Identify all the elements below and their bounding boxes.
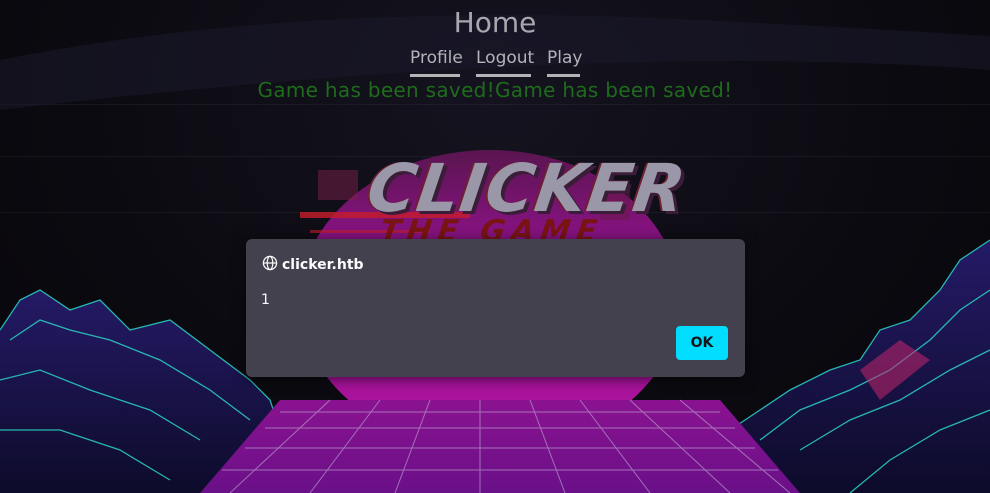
page-title: Home xyxy=(453,6,537,39)
nav-link-logout[interactable]: Logout xyxy=(476,46,534,77)
dialog-origin: clicker.htb xyxy=(282,257,364,273)
globe-icon xyxy=(262,255,278,275)
dialog-header: clicker.htb xyxy=(262,255,364,275)
save-status-message: Game has been saved!Game has been saved! xyxy=(257,78,733,102)
main-nav: Profile Logout Play xyxy=(0,46,990,77)
ok-button[interactable]: OK xyxy=(676,326,728,360)
alert-dialog: clicker.htb 1 OK xyxy=(246,239,745,377)
nav-link-play[interactable]: Play xyxy=(547,46,582,77)
floor-grid xyxy=(200,399,800,493)
nav-link-profile[interactable]: Profile xyxy=(410,46,463,77)
dialog-message: 1 xyxy=(261,292,270,308)
game-page: Home Profile Logout Play Game has been s… xyxy=(0,0,990,493)
